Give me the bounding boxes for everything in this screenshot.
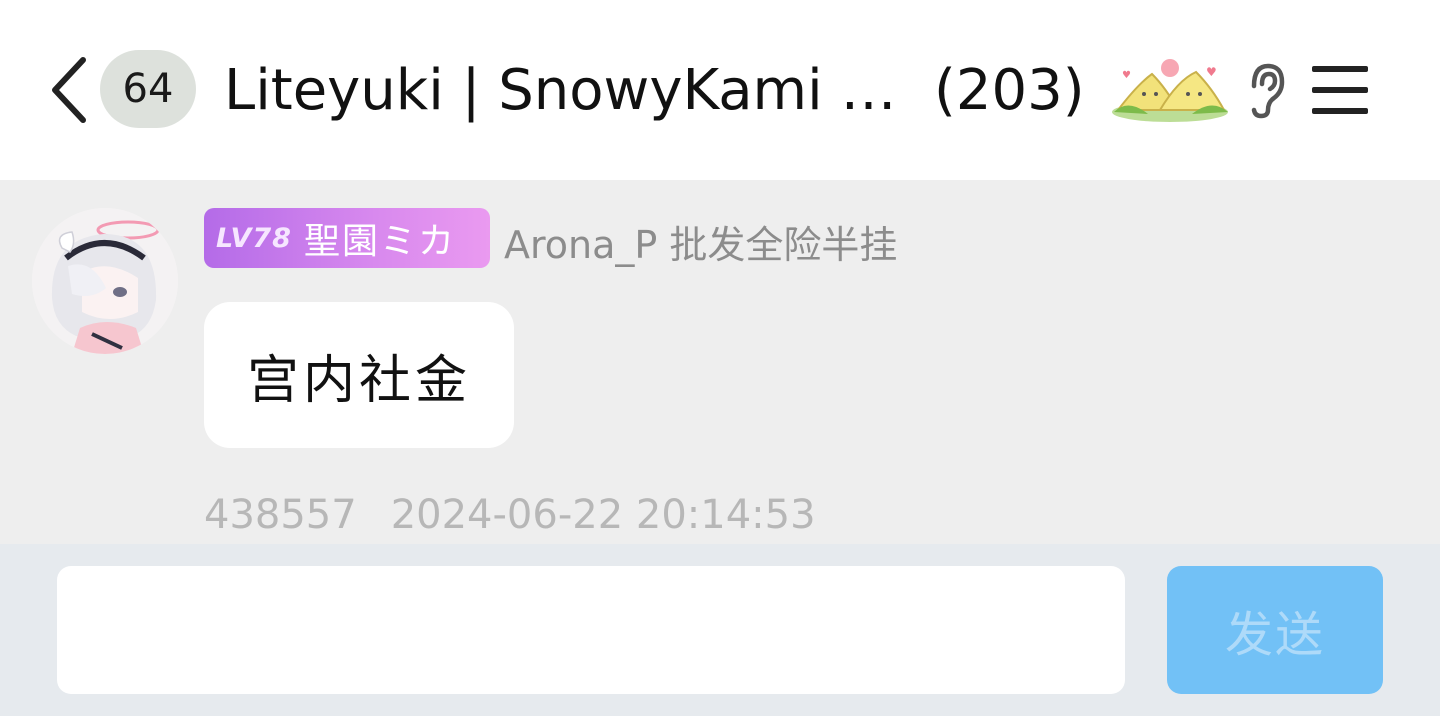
message-meta: 438557 2024-06-22 20:14:53	[204, 492, 816, 538]
member-count: (203)	[934, 58, 1085, 123]
send-button[interactable]: 发送	[1167, 566, 1383, 694]
back-button[interactable]	[44, 52, 94, 128]
message-timestamp: 2024-06-22 20:14:53	[390, 492, 816, 538]
group-name: Liteyuki | SnowyKami |…	[224, 58, 914, 123]
member-level-tag: LV78 聖園ミカ	[204, 208, 490, 268]
menu-icon	[1312, 66, 1368, 114]
message-list[interactable]: LV78 聖園ミカ Arona_P 批发全险半挂 宫内社金 438557 2024…	[0, 180, 1440, 544]
group-title[interactable]: Liteyuki | SnowyKami |… (203)	[224, 56, 1104, 126]
unread-count-badge[interactable]: 64	[100, 50, 196, 128]
chat-header: 64 Liteyuki | SnowyKami |… (203) ♥ ♥	[0, 0, 1440, 180]
svg-text:♥: ♥	[1206, 65, 1217, 79]
zongzi-sticker-icon[interactable]: ♥ ♥	[1108, 54, 1232, 126]
message-text: 宫内社金	[246, 350, 471, 411]
input-bar: 发送	[0, 544, 1440, 716]
sender-name[interactable]: Arona_P 批发全险半挂	[504, 214, 897, 269]
level-label: LV78	[216, 222, 292, 254]
chevron-left-icon	[52, 57, 86, 123]
message-id: 438557	[204, 492, 357, 538]
message-input[interactable]	[57, 566, 1125, 694]
ear-icon	[1251, 63, 1285, 119]
member-title: 聖園ミカ	[303, 221, 456, 262]
avatar[interactable]	[32, 208, 178, 354]
ear-mode-button[interactable]	[1244, 60, 1294, 120]
message-bubble[interactable]: 宫内社金	[204, 302, 514, 448]
svg-text:♥: ♥	[1122, 70, 1131, 81]
menu-button[interactable]	[1308, 60, 1372, 120]
